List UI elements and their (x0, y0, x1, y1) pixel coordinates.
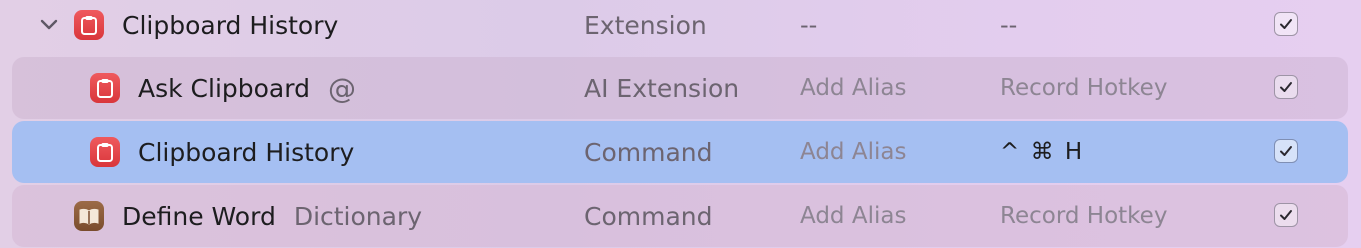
at-mention-icon: @ (327, 71, 356, 105)
record-hotkey-button[interactable]: Record Hotkey (1000, 203, 1167, 229)
command-type: Command (584, 137, 713, 167)
clipboard-icon (90, 137, 120, 167)
command-type: Extension (584, 10, 707, 40)
command-name: Ask Clipboard (138, 73, 310, 103)
checkmark-icon (1280, 19, 1292, 29)
record-hotkey-button[interactable]: Record Hotkey (1000, 75, 1167, 101)
add-alias-button[interactable]: Add Alias (800, 203, 906, 229)
checkmark-icon (1280, 82, 1292, 92)
clipboard-icon (90, 73, 120, 103)
command-name: Clipboard History (122, 10, 339, 40)
command-row-ask-clipboard[interactable]: Ask Clipboard @ AI Extension Add Alias R… (12, 57, 1348, 119)
book-icon (74, 201, 104, 231)
chevron-down-icon[interactable] (36, 12, 62, 38)
clipboard-icon (74, 10, 104, 40)
command-name: Define Word (122, 201, 276, 231)
hotkey-field: -- (1000, 11, 1018, 39)
command-type: AI Extension (584, 73, 740, 103)
enabled-checkbox[interactable] (1274, 12, 1298, 36)
command-row-clipboard-history[interactable]: Clipboard History Command Add Alias ^ ⌘ … (12, 121, 1348, 183)
enabled-checkbox[interactable] (1274, 203, 1298, 227)
enabled-checkbox[interactable] (1274, 75, 1298, 99)
checkmark-icon (1280, 146, 1292, 156)
add-alias-button[interactable]: Add Alias (800, 139, 906, 165)
checkmark-icon (1280, 210, 1292, 220)
alias-field: -- (800, 11, 818, 39)
command-name: Clipboard History (138, 137, 355, 167)
hotkey-shortcut[interactable]: ^ ⌘ H (1000, 139, 1084, 165)
add-alias-button[interactable]: Add Alias (800, 75, 906, 101)
command-type: Command (584, 201, 713, 231)
extension-row-clipboard-history[interactable]: Clipboard History Extension -- -- (12, 0, 1348, 56)
command-subtitle: Dictionary (293, 201, 423, 231)
enabled-checkbox[interactable] (1274, 139, 1298, 163)
command-row-define-word[interactable]: Define Word Dictionary Command Add Alias… (12, 185, 1348, 247)
